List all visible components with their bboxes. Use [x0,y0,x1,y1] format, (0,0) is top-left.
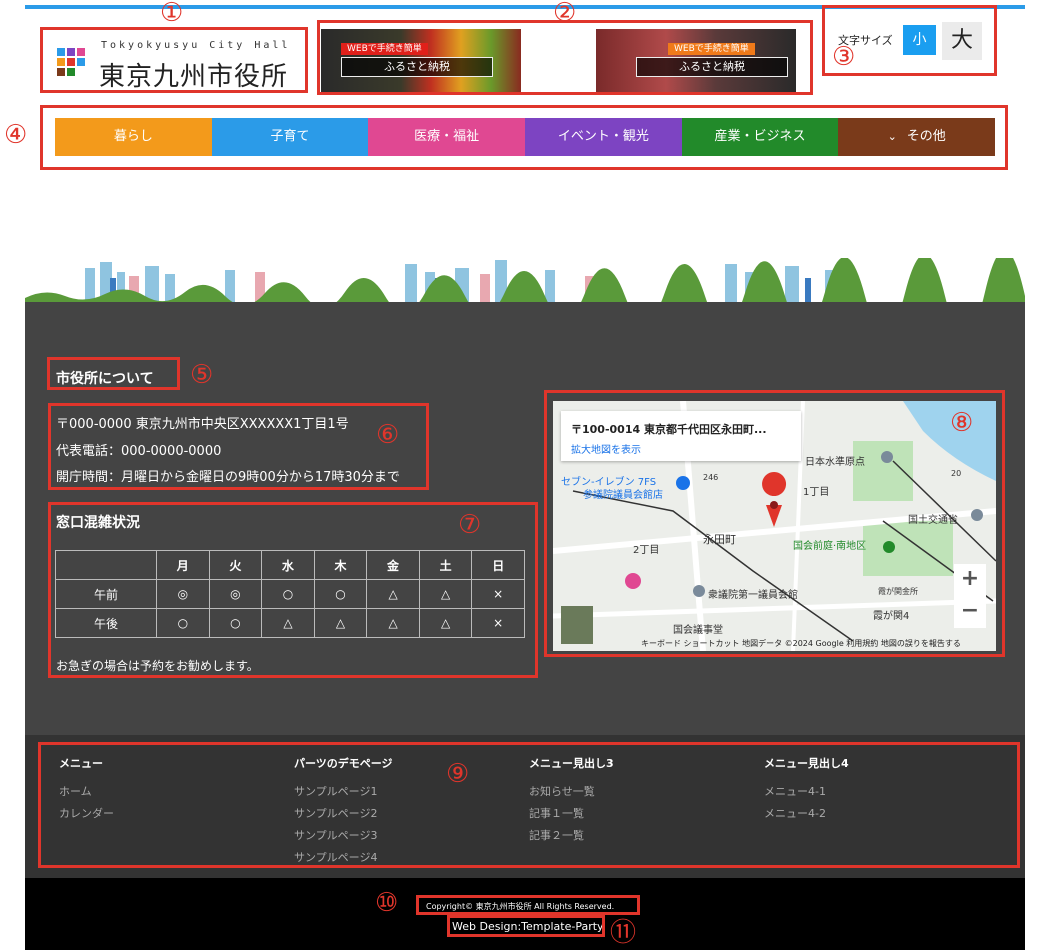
annotation-number: ⑧ [950,408,974,438]
annotation-number: ⑥ [376,420,400,450]
annotation-box [47,357,180,390]
city-skyline-illustration [25,258,1025,306]
annotation-box [48,403,429,490]
annotation-number: ④ [4,120,28,150]
annotation-box [544,390,1005,657]
annotation-box [40,27,308,93]
annotation-box [317,20,813,95]
annotation-number: ① [160,0,184,28]
page: Tokyokyusyu City Hall 東京九州市役所 WEBで手続き簡単 … [0,0,1050,950]
annotation-number: ② [553,0,577,28]
annotation-number: ⑪ [610,918,637,948]
annotation-number: ⑩ [375,888,399,918]
annotation-box [447,915,605,937]
annotation-number: ③ [832,42,856,72]
annotation-box [40,105,1008,170]
annotation-number: ⑨ [446,759,470,789]
annotation-box [38,742,1020,868]
annotation-number: ⑦ [458,510,482,540]
annotation-number: ⑤ [190,360,214,390]
annotation-box [416,895,640,915]
